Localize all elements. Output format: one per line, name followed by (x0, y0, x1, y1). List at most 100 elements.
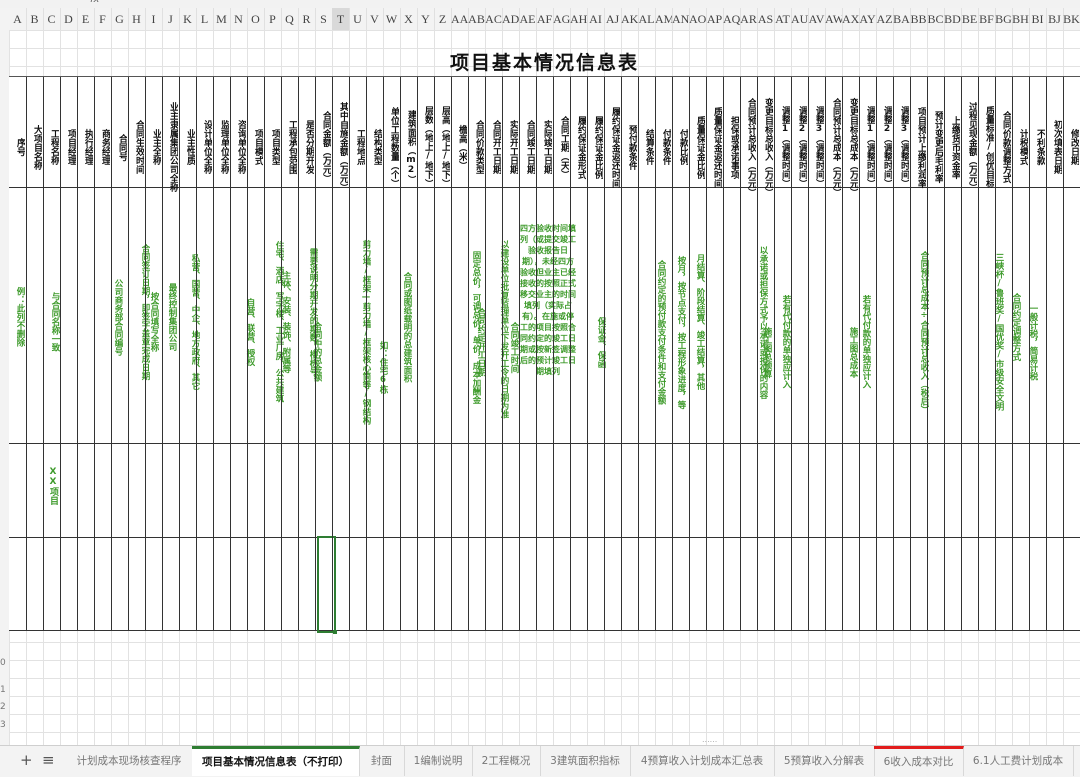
note-area[interactable]: 合同或图纸载明的总建筑面积 (386, 222, 412, 432)
column-header[interactable]: AM (655, 8, 673, 30)
column-header[interactable]: L (196, 8, 214, 30)
header-cell[interactable]: 调整1（调整时间） (860, 79, 875, 215)
note-seq[interactable]: 例：此列不删除 (11, 257, 25, 377)
column-header[interactable]: AH (570, 8, 588, 30)
column-header[interactable]: AK (621, 8, 639, 30)
note-price-adjust[interactable]: 合同约定调整方式 (1007, 257, 1021, 397)
column-header[interactable]: AY (859, 8, 877, 30)
header-cell[interactable]: 付款比例 (673, 79, 688, 215)
header-cell[interactable]: 结算条件 (639, 79, 654, 215)
column-header[interactable]: C (43, 8, 61, 30)
tab-budget-summary[interactable]: 4预算收入计划成本汇总表 (630, 746, 775, 776)
header-cell[interactable]: 业主隶属集团公司全称 (163, 79, 178, 215)
selected-cell[interactable] (317, 536, 337, 634)
note-income-change[interactable]: 若有代付款的单独应计入 (777, 272, 791, 412)
sheet-title[interactable]: 项目基本情况信息表 (9, 48, 1080, 75)
column-header[interactable]: G (111, 8, 129, 30)
note-scope[interactable]: 主体、安装、装饰、附属等 (277, 247, 291, 397)
header-cell[interactable]: 设计单位全称 (197, 79, 212, 215)
column-header[interactable]: H (128, 8, 146, 30)
header-cell[interactable]: 预计变更后毛利率 (928, 79, 943, 215)
column-header[interactable]: BD (944, 8, 962, 30)
column-header[interactable]: W (383, 8, 401, 30)
column-header[interactable]: J (162, 8, 180, 30)
note-income[interactable]: 施工图总预算 (758, 297, 772, 407)
header-cell[interactable]: 合同价款类型 (469, 79, 484, 215)
column-header[interactable]: U (349, 8, 367, 30)
column-header[interactable]: BG (995, 8, 1013, 30)
header-cell[interactable]: 变更目标总收入（万元） (758, 79, 773, 215)
header-cell[interactable]: 修改日期 (1064, 79, 1079, 215)
header-cell[interactable]: 结构类型 (367, 79, 382, 215)
header-cell[interactable]: 合同号 (112, 79, 127, 215)
note-contract-end[interactable]: 合同竣工时间 (505, 297, 519, 397)
fx-icon[interactable]: fx (90, 0, 99, 5)
column-header[interactable]: B (26, 8, 44, 30)
column-header[interactable]: BJ (1046, 8, 1064, 30)
sheet-list-icon[interactable]: ≡ (42, 751, 55, 769)
column-header[interactable]: AZ (876, 8, 894, 30)
header-cell[interactable]: 合同预计总收入（万元） (741, 79, 756, 215)
tab-area-index[interactable]: 3建筑面积指标 (540, 746, 631, 776)
column-header[interactable]: AR (740, 8, 758, 30)
header-cell[interactable]: 调整2（调整时间） (792, 79, 807, 215)
column-header[interactable]: E (77, 8, 95, 30)
column-header[interactable]: Q (281, 8, 299, 30)
header-cell[interactable]: 合同价款调整方式 (996, 79, 1011, 215)
column-header[interactable]: AO (689, 8, 707, 30)
header-cell[interactable]: 调整2（调整时间） (877, 79, 892, 215)
column-header[interactable]: AT (774, 8, 792, 30)
header-cell[interactable]: 计税模式 (1013, 79, 1028, 215)
column-header[interactable]: D (60, 8, 78, 30)
row-number[interactable]: 0 (0, 658, 6, 668)
header-cell[interactable]: 调整3（调整时间） (894, 79, 909, 215)
worksheet-grid[interactable]: 项目基本情况信息表 例：此列不删除 与合同名称一致 公司商务部合同编号 合同签订… (9, 30, 1080, 745)
column-header[interactable]: AF (536, 8, 554, 30)
column-header[interactable]: I (145, 8, 163, 30)
row-number[interactable]: 1 (0, 685, 6, 695)
header-cell[interactable]: 合同开工日期 (486, 79, 501, 215)
header-cell[interactable]: 工程名称 (44, 79, 59, 215)
column-header[interactable]: AN (672, 8, 690, 30)
note-actual-end[interactable]: 四方验收时间填列（或提交竣工验收报告日期），未经四方验收但业主已经接收的按照正式… (520, 223, 576, 377)
header-cell[interactable]: 层数（地上/地下） (418, 79, 433, 215)
header-cell[interactable]: 合同预计总成本（万元） (826, 79, 841, 215)
column-header[interactable]: AI (587, 8, 605, 30)
add-sheet-button[interactable]: + (20, 751, 33, 769)
column-header[interactable]: AB (468, 8, 486, 30)
column-header[interactable]: BK (1063, 8, 1080, 30)
header-cell[interactable]: 工程地点 (350, 79, 365, 215)
column-header[interactable]: BH (1012, 8, 1030, 30)
header-cell[interactable]: 合同生效时间 (129, 79, 144, 215)
column-header[interactable]: O (247, 8, 265, 30)
column-header[interactable]: AW (825, 8, 843, 30)
header-cell[interactable]: 项目预计上缴利润率 (911, 79, 926, 215)
column-header[interactable]: M (213, 8, 231, 30)
tab-labor-cost[interactable]: 6.1人工费计划成本 (963, 746, 1074, 776)
column-header[interactable]: AS (757, 8, 775, 30)
tab-project-info[interactable]: 项目基本情况信息表（不打印） (192, 746, 360, 776)
header-cell[interactable]: 履约保证金比例 (588, 79, 603, 215)
note-quality[interactable]: 三峡杯/鲁班奖/国优奖/市级安全文明 (990, 222, 1004, 442)
column-header[interactable]: AL (638, 8, 656, 30)
header-cell[interactable]: 实际竣工日期 (537, 79, 552, 215)
header-cell[interactable]: 实际开工日期 (503, 79, 518, 215)
column-header[interactable]: BB (910, 8, 928, 30)
tab-income-cost[interactable]: 6收入成本对比 (874, 746, 964, 776)
header-cell[interactable]: 质量保证金比例 (690, 79, 705, 215)
header-cell[interactable]: 合同工期（天） (554, 79, 569, 215)
note-payment[interactable]: 按月，按节点支付，按工程形象进度，等 (660, 222, 686, 442)
column-header[interactable]: BC (927, 8, 945, 30)
header-cell[interactable]: 项目模式 (248, 79, 263, 215)
info-table[interactable]: 例：此列不删除 与合同名称一致 公司商务部合同编号 合同签订日期，即签字盖章完成… (9, 76, 1080, 634)
header-cell[interactable]: 付款条件 (656, 79, 671, 215)
column-header[interactable]: T (332, 8, 350, 30)
header-cell[interactable]: 变更目标总成本（万元） (843, 79, 858, 215)
note-project-name[interactable]: 与合同名称一致 (46, 262, 60, 382)
tab-overview[interactable]: 2工程概况 (472, 746, 541, 776)
column-header[interactable]: BF (978, 8, 996, 30)
column-header[interactable]: F (94, 8, 112, 30)
note-structure[interactable]: 剪力墙/框架—剪力墙/框架核心筒等/钢结构 (357, 222, 371, 442)
header-cell[interactable]: 建筑面积（m2） (401, 79, 416, 215)
column-header[interactable]: Z (434, 8, 452, 30)
